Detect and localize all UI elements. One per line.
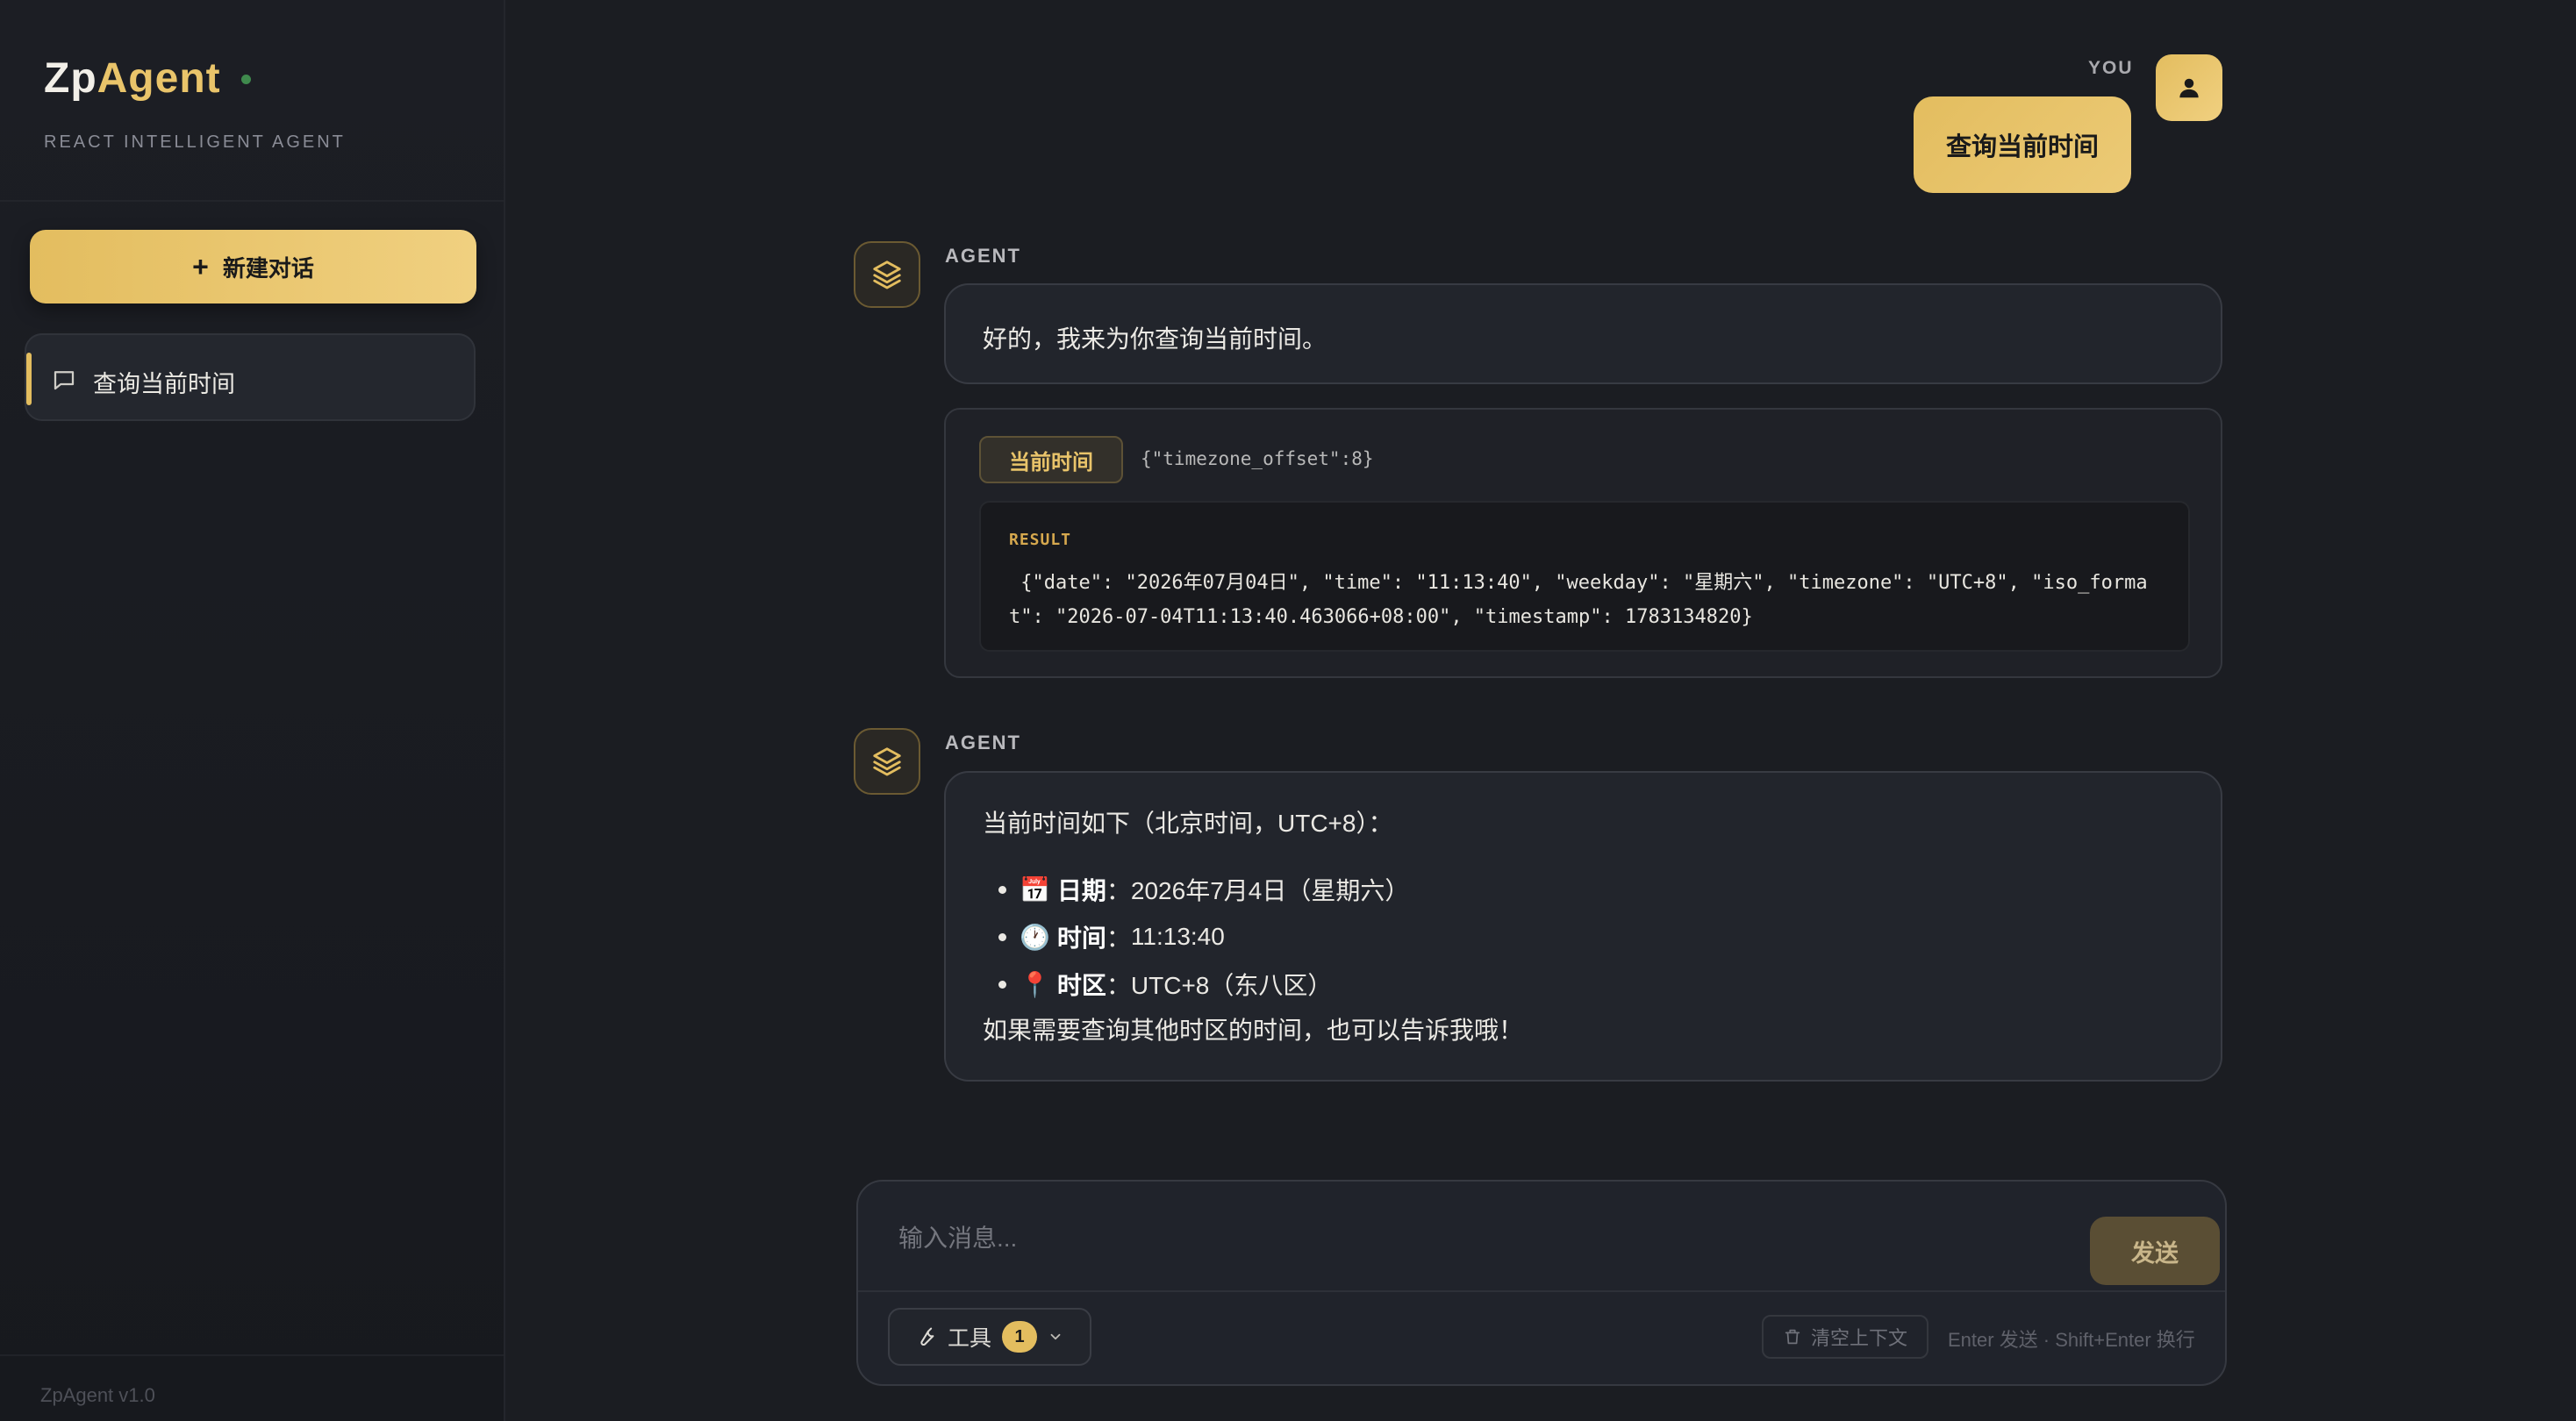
message-composer: 发送 工具 1 清空上下文 Enter 发送 · Shift+Enter 换行 (856, 1180, 2227, 1386)
brand-logo: ZpAgent (44, 54, 221, 103)
send-button[interactable]: 发送 (2090, 1217, 2220, 1285)
list-item-date: 📅 日期 ： 2026年7月4日（星期六） (983, 866, 1409, 913)
tool-result-box: RESULT {"date": "2026年07月04日", "time": "… (979, 501, 2190, 652)
sidebar: ZpAgent REACT INTELLIGENT AGENT + 新建对话 查… (0, 0, 505, 1421)
brand-prefix: Zp (44, 55, 97, 102)
answer-intro: 当前时间如下（北京时间，UTC+8）： (983, 810, 1393, 837)
user-message-bubble: 查询当前时间 (1914, 96, 2131, 193)
wrench-icon (920, 1327, 934, 1346)
online-status-dot (241, 75, 251, 84)
timezone-separator: ： (1106, 972, 1131, 999)
layers-icon (873, 261, 901, 289)
composer-divider (858, 1290, 2225, 1292)
date-value: 2026年7月4日（星期六） (1130, 877, 1410, 904)
new-chat-button[interactable]: + 新建对话 (30, 230, 476, 303)
list-item-timezone: 📍 时区 ： UTC+8（东八区） (983, 960, 1409, 1008)
message-input[interactable] (898, 1217, 2039, 1260)
conversation-item[interactable]: 查询当前时间 (25, 333, 476, 421)
time-value: 11:13:40 (1130, 923, 1225, 950)
brand-suffix: Agent (97, 55, 221, 102)
tool-call-card: 当前时间 {"timezone_offset":8} RESULT {"date… (944, 408, 2222, 678)
conversation-label: 查询当前时间 (93, 371, 235, 397)
plus-icon: + (192, 251, 209, 282)
tool-result-text: {"date": "2026年07月04日", "time": "11:13:4… (1009, 572, 2148, 628)
pin-icon: 📍 (1020, 970, 1050, 998)
agent-avatar (854, 241, 920, 308)
timezone-value: UTC+8（东八区） (1130, 972, 1333, 999)
agent-message-bubble: 当前时间如下（北京时间，UTC+8）： 📅 日期 ： 2026年7月4日（星期六… (944, 771, 2222, 1082)
list-item-time: 🕐 时间 ： 11:13:40 (983, 913, 1409, 960)
chevron-down-icon (1050, 1333, 1061, 1340)
clear-context-button[interactable]: 清空上下文 (1762, 1315, 1928, 1359)
timezone-key: 时区 (1056, 972, 1106, 999)
calendar-icon: 📅 (1020, 875, 1050, 903)
tools-label: 工具 (948, 1326, 992, 1351)
trash-icon (1785, 1329, 1800, 1345)
sidebar-footer-divider (0, 1354, 504, 1356)
keyboard-hint: Enter 发送 · Shift+Enter 换行 (1948, 1329, 2195, 1351)
agent-role-label: AGENT (945, 245, 1021, 267)
sidebar-divider (0, 200, 504, 202)
agent-message-bubble: 好的，我来为你查询当前时间。 (944, 283, 2222, 384)
time-separator: ： (1106, 925, 1131, 952)
clear-context-label: 清空上下文 (1810, 1327, 1907, 1349)
tool-arguments: {"timezone_offset":8} (1141, 448, 1374, 469)
agent-avatar (854, 728, 920, 795)
answer-outro: 如果需要查询其他时区的时间，也可以告诉我哦！ (983, 1017, 1524, 1044)
tool-name-badge[interactable]: 当前时间 (979, 436, 1123, 483)
date-separator: ： (1106, 877, 1131, 904)
agent-role-label: AGENT (945, 732, 1021, 753)
chat-bubble-icon (54, 371, 75, 390)
tools-count-badge: 1 (1002, 1321, 1038, 1353)
result-label: RESULT (1009, 531, 1072, 549)
answer-list: 📅 日期 ： 2026年7月4日（星期六） 🕐 时间 ： 11:13:40 📍 … (983, 866, 1409, 1008)
version-label: ZpAgent v1.0 (40, 1384, 155, 1406)
new-chat-label: 新建对话 (222, 254, 314, 282)
tools-dropdown-button[interactable]: 工具 1 (888, 1308, 1091, 1366)
clock-icon: 🕐 (1020, 923, 1050, 951)
layers-icon (873, 747, 901, 776)
date-key: 日期 (1056, 877, 1106, 904)
user-role-label: YOU (2088, 58, 2134, 78)
time-key: 时间 (1056, 925, 1106, 952)
user-icon (2179, 78, 2199, 98)
brand-subtitle: REACT INTELLIGENT AGENT (44, 132, 346, 152)
user-avatar (2156, 54, 2222, 121)
active-indicator (26, 353, 32, 405)
